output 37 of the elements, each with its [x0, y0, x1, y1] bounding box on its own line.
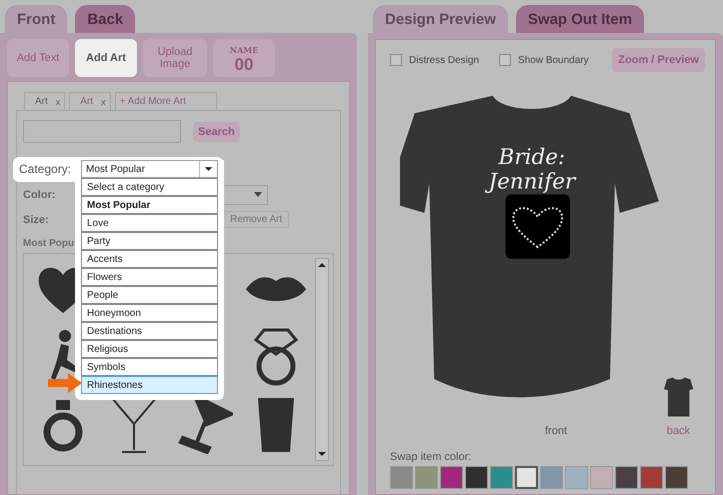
tool-button[interactable]: Add Art: [75, 39, 137, 77]
view-link[interactable]: back: [666, 425, 690, 437]
category-option[interactable]: Most Popular: [81, 196, 218, 214]
art-tab[interactable]: Art x: [69, 92, 111, 110]
preview-tab[interactable]: Design Preview: [373, 5, 508, 33]
category-option[interactable]: Select a category: [81, 178, 218, 196]
category-option[interactable]: Love: [81, 214, 218, 232]
category-label: Category:: [19, 161, 71, 178]
remove-art-button[interactable]: Remove Art: [223, 211, 290, 228]
category-option[interactable]: Religious: [81, 340, 218, 358]
category-option[interactable]: Party: [81, 232, 218, 250]
option-checkbox[interactable]: Distress Design: [390, 54, 480, 66]
category-option[interactable]: People: [81, 286, 218, 304]
close-icon[interactable]: x: [56, 96, 60, 106]
tool-button[interactable]: Upload Image: [143, 39, 207, 77]
side-tab[interactable]: Back: [75, 5, 136, 33]
side-tab[interactable]: Front: [5, 5, 68, 33]
tool-button[interactable]: Add Text: [7, 39, 69, 77]
size-label: Size:: [23, 214, 50, 226]
category-option[interactable]: Symbols: [81, 358, 218, 376]
category-option[interactable]: Flowers: [81, 268, 218, 286]
shirt-design-text: Bride:: [498, 145, 566, 170]
close-icon[interactable]: x: [101, 96, 106, 106]
option-checkbox[interactable]: Show Boundary: [499, 54, 589, 66]
color-label: Color:: [23, 188, 56, 200]
zoom-preview-button[interactable]: Zoom / Preview: [612, 48, 705, 72]
swap-color-label: Swap item color:: [390, 451, 472, 463]
art-tab[interactable]: Art x: [24, 92, 66, 110]
category-option[interactable]: Destinations: [81, 322, 218, 340]
preview-tab[interactable]: Swap Out Item: [516, 5, 644, 33]
category-option[interactable]: Accents: [81, 250, 218, 268]
name-number-button[interactable]: NAME 00: [213, 39, 275, 77]
add-more-art-tab[interactable]: + Add More Art: [114, 92, 217, 110]
category-option[interactable]: Rhinestones: [81, 376, 218, 394]
search-button[interactable]: Search: [193, 122, 240, 142]
category-option[interactable]: Honeymoon: [81, 304, 218, 322]
view-link[interactable]: front: [545, 425, 568, 437]
